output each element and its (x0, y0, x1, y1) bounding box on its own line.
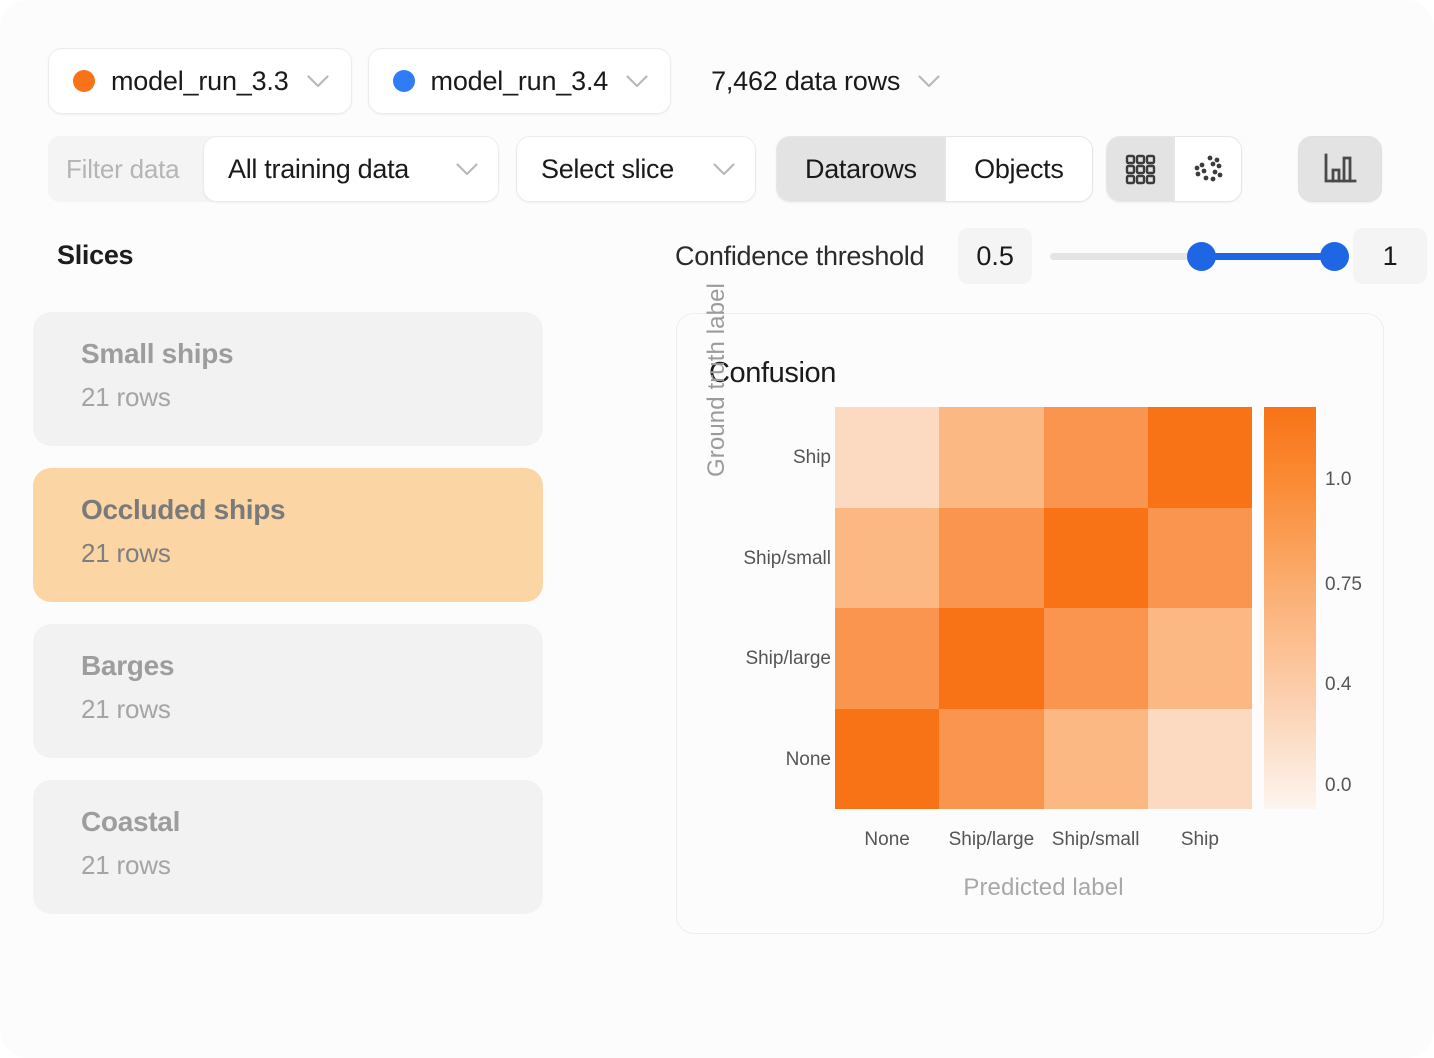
heatmap-cell[interactable] (1147, 407, 1252, 508)
heatmap-cell[interactable] (1147, 608, 1252, 709)
chevron-down-icon[interactable] (713, 162, 735, 176)
data-rows-selector[interactable]: 7,462 data rows (711, 66, 940, 97)
confidence-max-value[interactable]: 1 (1353, 228, 1428, 284)
slice-card[interactable]: Occluded ships 21 rows (33, 468, 543, 602)
slice-row-count: 21 rows (81, 694, 171, 724)
heatmap-cell[interactable] (939, 507, 1044, 608)
run-color-dot (392, 70, 415, 92)
heatmap-cell[interactable] (835, 608, 940, 709)
heatmap-cell[interactable] (1043, 708, 1148, 809)
y-axis-tick: Ship/large (745, 648, 831, 670)
heatmap-cell[interactable] (1147, 708, 1252, 809)
slice-name: Coastal (81, 806, 181, 837)
confidence-range-slider[interactable] (1050, 228, 1350, 284)
model-run-label-1: model_run_3.3 (111, 65, 289, 96)
heatmap-cell[interactable] (939, 407, 1044, 508)
slices-list: Small ships 21 rows Occluded ships 21 rows B… (33, 312, 543, 936)
x-axis-tick: Ship (1180, 829, 1219, 850)
grid-view-icon[interactable] (1107, 137, 1174, 201)
confidence-min-value[interactable]: 0.5 (958, 228, 1033, 284)
confusion-heatmap: Ground truth label Ship Ship/small Ship/la… (677, 283, 1385, 935)
heatmap-cell[interactable] (1043, 608, 1148, 709)
datarows-objects-segmented-control: Datarows Objects (776, 136, 1093, 202)
slider-handle-max[interactable] (1320, 242, 1350, 271)
slice-card[interactable]: Barges 21 rows (33, 624, 543, 758)
select-slice-dropdown[interactable]: Select slice (516, 136, 756, 202)
training-data-dropdown[interactable]: All training data (203, 136, 499, 202)
y-axis-tick-labels: Ship Ship/small Ship/large None (681, 407, 831, 809)
chevron-down-icon[interactable] (306, 74, 329, 88)
slices-heading: Slices (57, 240, 134, 270)
slider-track-fill (1200, 253, 1336, 260)
y-axis-tick: None (785, 748, 831, 770)
colorbar-tick-labels: 1.0 0.75 0.4 0.0 (1325, 407, 1385, 809)
model-run-label-2: model_run_3.4 (430, 65, 609, 96)
slice-card[interactable]: Small ships 21 rows (33, 312, 543, 446)
heatmap-cell[interactable] (939, 708, 1044, 809)
view-mode-segmented-control (1106, 136, 1242, 202)
slice-name: Small ships (81, 338, 234, 369)
x-axis-label: Predicted label (963, 874, 1124, 901)
heatmap-cell[interactable] (835, 507, 940, 608)
slice-row-count: 21 rows (81, 850, 171, 880)
tab-objects[interactable]: Objects (946, 137, 1092, 201)
y-axis-tick: Ship/small (743, 547, 831, 569)
x-axis-tick: Ship/large (948, 829, 1035, 850)
colorbar-gradient (1264, 407, 1316, 809)
slice-card[interactable]: Coastal 21 rows (33, 780, 543, 914)
slice-name: Barges (81, 650, 175, 681)
chevron-down-icon[interactable] (456, 162, 478, 176)
y-axis-tick: Ship (792, 447, 831, 469)
confusion-chart-card: Confusion Ground truth label Ship Ship/sm… (676, 283, 1385, 935)
slice-row-count: 21 rows (81, 382, 171, 412)
heatmap-cell[interactable] (1147, 507, 1252, 608)
heatmap-cell[interactable] (1043, 407, 1148, 508)
heatmap-cell[interactable] (1043, 507, 1148, 608)
bar-chart-icon[interactable] (1298, 136, 1382, 202)
slice-row-count: 21 rows (81, 538, 171, 568)
tab-datarows[interactable]: Datarows (777, 137, 945, 201)
x-axis-tick: None (864, 829, 910, 850)
x-axis-tick: Ship/small (1051, 829, 1140, 850)
heatmap-grid (835, 407, 1252, 809)
model-run-selector-1[interactable]: model_run_3.3 (48, 48, 352, 114)
slice-name: Occluded ships (81, 494, 286, 525)
scatter-view-icon[interactable] (1174, 137, 1241, 201)
confidence-threshold-control: Confidence threshold 0.5 1 (675, 228, 1428, 284)
colorbar-tick: 0.0 (1325, 774, 1352, 796)
colorbar-tick: 0.4 (1325, 674, 1352, 696)
heatmap-cell[interactable] (835, 407, 940, 508)
colorbar-tick: 0.75 (1325, 573, 1362, 595)
x-axis-tick-labels: None Ship/large Ship/small Ship (835, 829, 1252, 859)
run-color-dot (73, 70, 95, 92)
heatmap-cell[interactable] (835, 708, 940, 809)
chevron-down-icon[interactable] (918, 74, 940, 88)
model-run-selector-2[interactable]: model_run_3.4 (367, 48, 672, 114)
data-rows-count: 7,462 data rows (711, 65, 901, 96)
select-slice-dropdown-label: Select slice (541, 153, 674, 184)
colorbar-tick: 1.0 (1325, 469, 1352, 491)
model-run-selector-row: model_run_3.3 model_run_3.4 7,462 data r… (48, 48, 940, 114)
chevron-down-icon[interactable] (626, 74, 648, 88)
training-data-dropdown-label: All training data (228, 153, 410, 184)
heatmap-cell[interactable] (939, 608, 1044, 709)
colorbar (1264, 407, 1316, 809)
slider-handle-min[interactable] (1187, 242, 1217, 271)
app-window: model_run_3.3 model_run_3.4 7,462 data r… (0, 0, 1434, 1058)
